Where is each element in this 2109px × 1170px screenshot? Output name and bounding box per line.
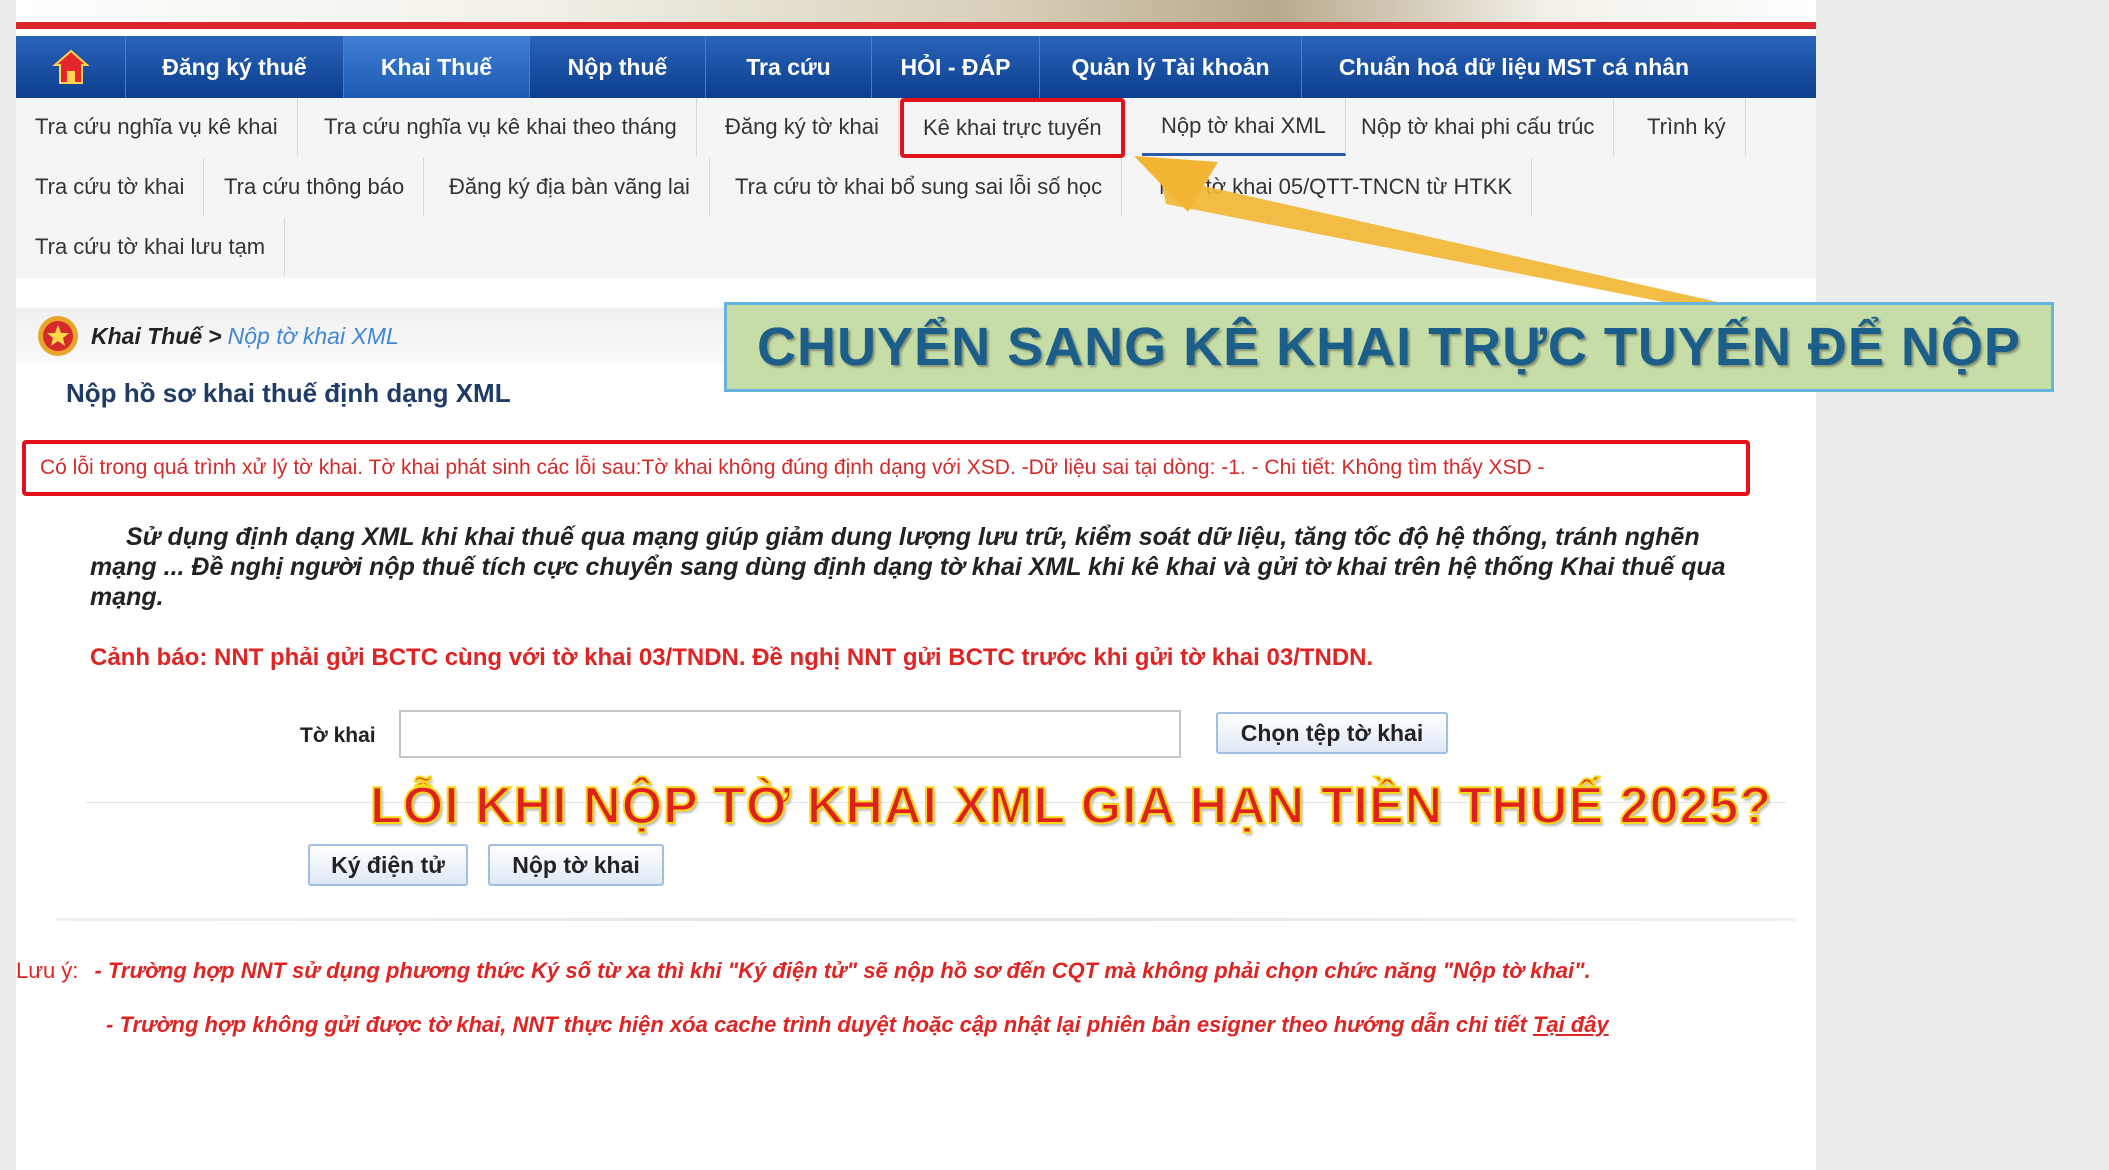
- subnav-nop-05-qtt-tncn[interactable]: Nộp tờ khai 05/QTT-TNCN từ HTKK: [1140, 158, 1533, 216]
- subnav-dang-ky-to-khai[interactable]: Đăng ký tờ khai: [706, 98, 899, 156]
- warning-text: Cảnh báo: NNT phải gửi BCTC cùng với tờ …: [90, 644, 1374, 671]
- nav-chuan-hoa-mst[interactable]: Chuẩn hoá dữ liệu MST cá nhân: [1302, 36, 1726, 98]
- headline-overlay: LỖI KHI NỘP TỜ KHAI XML GIA HẠN TIỀN THU…: [369, 776, 1773, 836]
- header-red-strip: [16, 22, 1816, 29]
- nav-khai-thue[interactable]: Khai Thuế: [344, 36, 530, 98]
- file-label: Tờ khai: [300, 724, 376, 747]
- panel-bottom-edge: [56, 918, 1796, 921]
- breadcrumb-text: Khai Thuế > Nộp tờ khai XML: [91, 308, 399, 364]
- nav-tra-cuu[interactable]: Tra cứu: [706, 36, 872, 98]
- main-nav: Đăng ký thuế Khai Thuế Nộp thuế Tra cứu …: [16, 36, 1816, 98]
- sub-nav: Tra cứu nghĩa vụ kê khai Tra cứu nghĩa v…: [16, 98, 1816, 278]
- breadcrumb-root[interactable]: Khai Thuế: [91, 323, 202, 350]
- subnav-trinh-ky[interactable]: Trình ký: [1628, 98, 1746, 156]
- note-line-2: - Trường hợp không gửi được tờ khai, NNT…: [106, 1012, 1609, 1038]
- note-label: Lưu ý:: [16, 958, 79, 983]
- nav-quan-ly-tai-khoan[interactable]: Quản lý Tài khoản: [1040, 36, 1302, 98]
- subnav-nop-to-khai-xml[interactable]: Nộp tờ khai XML: [1142, 98, 1346, 156]
- submit-button[interactable]: Nộp tờ khai: [488, 844, 664, 886]
- subnav-tra-cuu-nghia-vu[interactable]: Tra cứu nghĩa vụ kê khai: [16, 98, 298, 156]
- nav-hoi-dap[interactable]: HỎI - ĐÁP: [872, 36, 1040, 98]
- error-message: Có lỗi trong quá trình xử lý tờ khai. Tờ…: [22, 440, 1750, 496]
- content-panel: Khai Thuế > Nộp tờ khai XML Nộp hồ sơ kh…: [16, 278, 1816, 1170]
- nav-dang-ky-thue[interactable]: Đăng ký thuế: [126, 36, 344, 98]
- note-text-2: - Trường hợp không gửi được tờ khai, NNT…: [106, 1012, 1527, 1037]
- subnav-nop-to-khai-phi-cau-truc[interactable]: Nộp tờ khai phi cấu trúc: [1342, 98, 1615, 156]
- subnav-ke-khai-truc-tuyen[interactable]: Kê khai trực tuyến: [900, 98, 1125, 158]
- note-text-1: - Trường hợp NNT sử dụng phương thức Ký …: [94, 958, 1591, 983]
- subnav-tra-cuu-bo-sung[interactable]: Tra cứu tờ khai bổ sung sai lỗi số học: [716, 158, 1123, 216]
- tai-day-link[interactable]: Tại đây: [1533, 1012, 1609, 1037]
- file-input[interactable]: [399, 710, 1181, 758]
- page: Đăng ký thuế Khai Thuế Nộp thuế Tra cứu …: [16, 0, 1816, 1170]
- emblem-icon: [38, 316, 78, 356]
- sign-button[interactable]: Ký điện tử: [308, 844, 468, 886]
- home-button[interactable]: [16, 36, 126, 98]
- callout-banner: CHUYỂN SANG KÊ KHAI TRỰC TUYẾN ĐỂ NỘP: [724, 302, 2054, 392]
- subnav-dang-ky-dia-ban[interactable]: Đăng ký địa bàn vãng lai: [430, 158, 710, 216]
- house-icon: [51, 49, 90, 84]
- nav-nop-thue[interactable]: Nộp thuế: [530, 36, 706, 98]
- description-text: Sử dụng định dạng XML khi khai thuế qua …: [90, 523, 1726, 611]
- header-banner: [16, 0, 1816, 24]
- subnav-tra-cuu-nghia-vu-thang[interactable]: Tra cứu nghĩa vụ kê khai theo tháng: [305, 98, 697, 156]
- breadcrumb-separator: >: [208, 322, 222, 349]
- note-line-1: Lưu ý: - Trường hợp NNT sử dụng phương th…: [16, 958, 1591, 984]
- subnav-tra-cuu-thong-bao[interactable]: Tra cứu thông báo: [205, 158, 425, 216]
- page-title: Nộp hồ sơ khai thuế định dạng XML: [66, 378, 511, 408]
- choose-file-button[interactable]: Chọn tệp tờ khai: [1216, 712, 1448, 754]
- breadcrumb-current[interactable]: Nộp tờ khai XML: [228, 323, 399, 350]
- subnav-tra-cuu-luu-tam[interactable]: Tra cứu tờ khai lưu tạm: [16, 218, 286, 276]
- subnav-tra-cuu-to-khai[interactable]: Tra cứu tờ khai: [16, 158, 205, 216]
